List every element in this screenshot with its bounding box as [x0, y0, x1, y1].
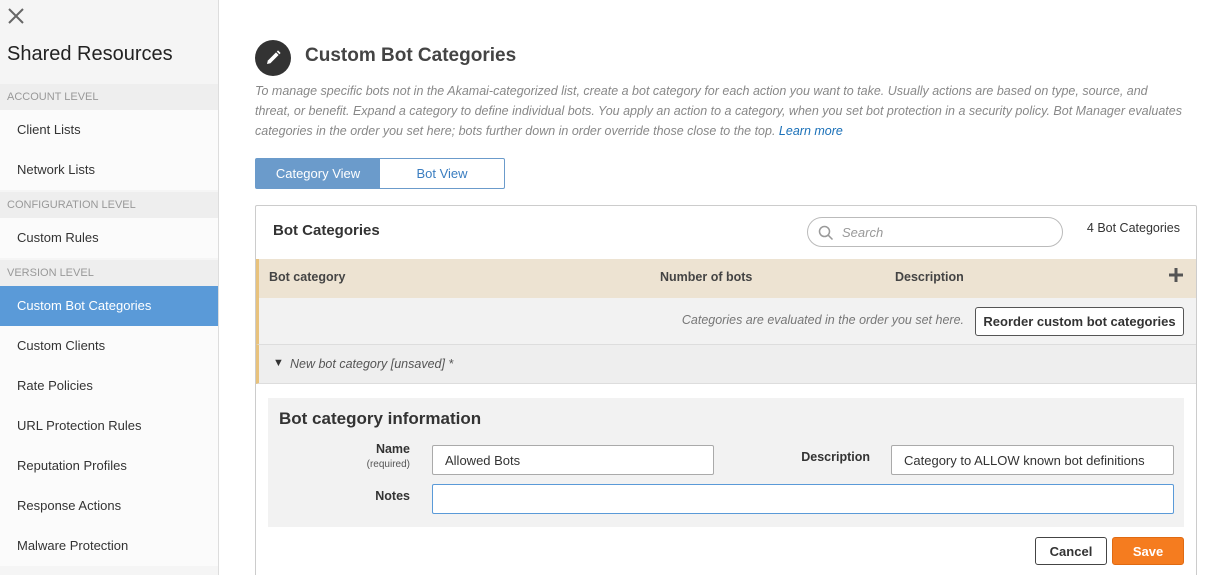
main-content: Custom Bot Categories To manage specific…	[219, 0, 1216, 575]
description-text: To manage specific bots not in the Akama…	[255, 84, 1182, 138]
sidebar-item-url-protection-rules[interactable]: URL Protection Rules	[0, 406, 218, 446]
bot-categories-panel: Bot Categories 4 Bot Categories Bot cate…	[255, 205, 1197, 575]
column-number-of-bots[interactable]: Number of bots	[660, 270, 752, 284]
sidebar-item-rate-policies[interactable]: Rate Policies	[0, 366, 218, 406]
sidebar-item-reputation-profiles[interactable]: Reputation Profiles	[0, 446, 218, 486]
reorder-note: Categories are evaluated in the order yo…	[681, 313, 964, 327]
sidebar-item-response-actions[interactable]: Response Actions	[0, 486, 218, 526]
form-title: Bot category information	[279, 409, 482, 428]
panel-title: Bot Categories	[273, 222, 380, 239]
section-header-configuration: CONFIGURATION LEVEL	[0, 192, 218, 218]
column-bot-category[interactable]: Bot category	[269, 270, 345, 284]
sidebar-item-malware-protection[interactable]: Malware Protection	[0, 526, 218, 566]
cancel-button[interactable]: Cancel	[1035, 537, 1107, 565]
page-title: Custom Bot Categories	[305, 45, 517, 66]
reorder-categories-button[interactable]: Reorder custom bot categories	[975, 307, 1184, 336]
notes-label: Notes	[375, 489, 410, 503]
close-icon[interactable]	[6, 6, 26, 26]
section-header-version: VERSION LEVEL	[0, 260, 218, 286]
sidebar-item-network-lists[interactable]: Network Lists	[0, 150, 218, 190]
sidebar-title: Shared Resources	[7, 43, 173, 65]
bot-category-form: Bot category information Name (required)…	[268, 398, 1184, 527]
description-label: Description	[801, 450, 870, 464]
search-box	[807, 217, 1063, 247]
category-count: 4 Bot Categories	[1086, 221, 1180, 235]
search-icon	[818, 225, 834, 241]
add-category-plus-icon[interactable]	[1168, 267, 1184, 283]
sidebar-item-custom-clients[interactable]: Custom Clients	[0, 326, 218, 366]
table-header: Bot category Number of bots Description	[256, 259, 1196, 298]
tab-bot-view[interactable]: Bot View	[380, 159, 504, 188]
name-required-hint: (required)	[366, 459, 410, 470]
column-description[interactable]: Description	[895, 270, 964, 284]
sidebar: Shared Resources ACCOUNT LEVEL Client Li…	[0, 0, 219, 575]
save-button[interactable]: Save	[1112, 537, 1184, 565]
sidebar-item-custom-rules[interactable]: Custom Rules	[0, 218, 218, 258]
learn-more-link[interactable]: Learn more	[779, 124, 843, 138]
notes-input[interactable]	[432, 484, 1174, 514]
sidebar-item-client-lists[interactable]: Client Lists	[0, 110, 218, 150]
section-header-account: ACCOUNT LEVEL	[0, 84, 218, 110]
description-input[interactable]	[891, 445, 1174, 475]
caret-down-icon[interactable]: ▼	[273, 357, 284, 369]
tab-category-view[interactable]: Category View	[256, 159, 380, 188]
view-toggle: Category View Bot View	[255, 158, 505, 189]
name-input[interactable]	[432, 445, 714, 475]
name-label: Name	[375, 442, 410, 456]
table-row[interactable]: ▼ New bot category [unsaved] *	[256, 345, 1196, 384]
pencil-icon	[255, 40, 291, 76]
search-input[interactable]	[842, 222, 1052, 242]
page-description: To manage specific bots not in the Akama…	[255, 81, 1185, 141]
sidebar-item-custom-bot-categories[interactable]: Custom Bot Categories	[0, 286, 218, 326]
reorder-row: Categories are evaluated in the order yo…	[256, 298, 1196, 345]
new-category-label: New bot category [unsaved] *	[290, 357, 454, 371]
